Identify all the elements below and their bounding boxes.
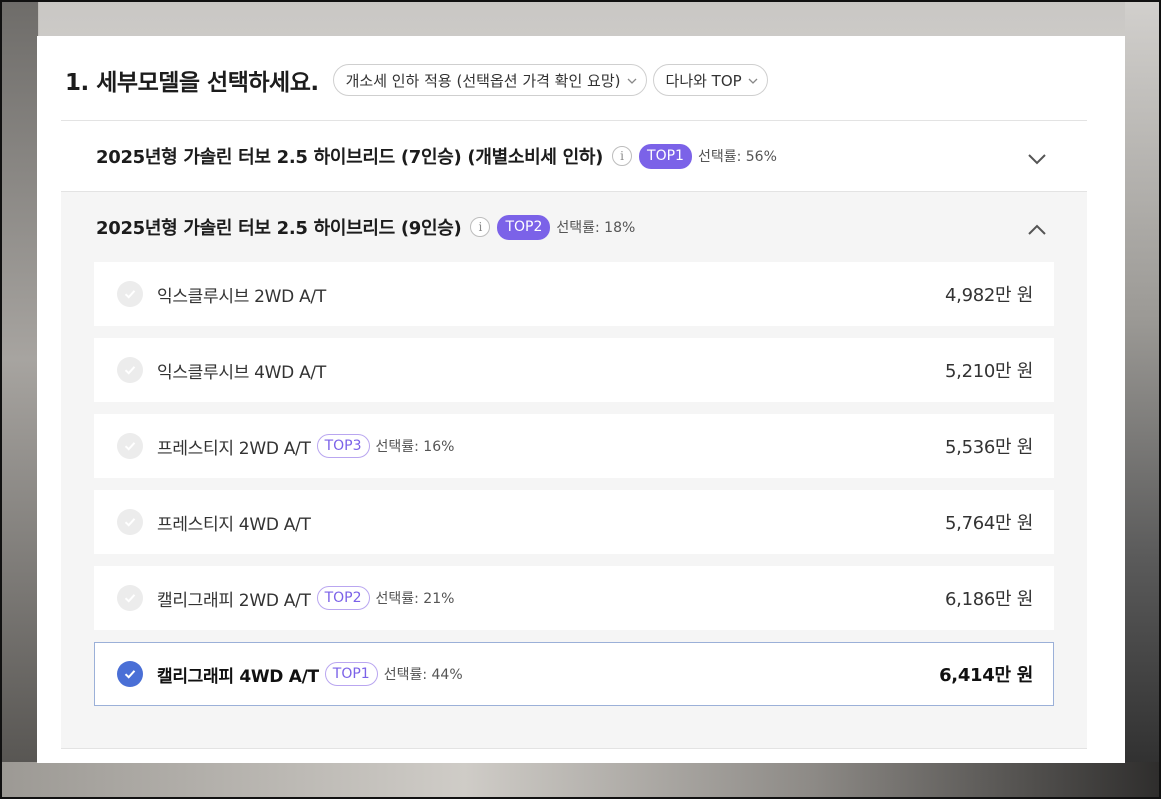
chevron-up-icon[interactable] <box>1027 221 1047 235</box>
trim-name: 익스클루시브 2WD A/T <box>157 286 326 307</box>
trim-option[interactable]: 프레스티지 2WD A/T TOP3 선택률: 16% 5,536만 원 <box>94 414 1054 478</box>
trim-price: 6,186만 원 <box>945 589 1033 610</box>
model-group: 2025년형 가솔린 터보 2.5 하이브리드 (7인승) (개별소비세 인하)… <box>61 121 1087 192</box>
trim-price: 4,982만 원 <box>945 285 1033 306</box>
rank-badge: TOP1 <box>324 662 378 686</box>
selection-rate: 선택률: 18% <box>556 220 636 236</box>
check-circle-icon[interactable] <box>117 509 143 535</box>
check-circle-icon[interactable] <box>117 281 143 307</box>
selection-rate: 선택률: 16% <box>375 439 455 455</box>
trim-option[interactable]: 익스클루시브 4WD A/T 5,210만 원 <box>94 338 1054 402</box>
selection-rate: 선택률: 44% <box>383 667 463 683</box>
trim-option[interactable]: 익스클루시브 2WD A/T 4,982만 원 <box>94 262 1054 326</box>
tax-filter-label: 개소세 인하 적용 (선택옵션 가격 확인 요망) <box>345 71 621 90</box>
check-circle-icon[interactable] <box>117 661 143 687</box>
model-group-title: 2025년형 가솔린 터보 2.5 하이브리드 (9인승) <box>96 218 462 239</box>
trim-price: 5,764만 원 <box>945 513 1033 534</box>
trim-option[interactable]: 프레스티지 4WD A/T 5,764만 원 <box>94 490 1054 554</box>
sort-dropdown[interactable]: 다나와 TOP <box>652 64 768 96</box>
rank-badge: TOP2 <box>497 214 551 240</box>
model-group-list: 2025년형 가솔린 터보 2.5 하이브리드 (7인승) (개별소비세 인하)… <box>61 120 1087 749</box>
trim-price: 6,414만 원 <box>939 665 1033 686</box>
chevron-down-icon <box>748 76 758 85</box>
check-circle-icon[interactable] <box>117 585 143 611</box>
chevron-down-icon <box>627 76 636 85</box>
selection-rate: 선택률: 21% <box>375 591 455 607</box>
info-icon[interactable]: i <box>612 146 633 166</box>
background-photo-bottom <box>0 762 1161 799</box>
trim-name: 프레스티지 2WD A/T <box>157 438 311 459</box>
check-circle-icon[interactable] <box>117 357 143 383</box>
check-circle-icon[interactable] <box>117 433 143 459</box>
rank-badge: TOP1 <box>639 143 692 169</box>
trim-option-selected[interactable]: 캘리그래피 4WD A/T TOP1 선택률: 44% 6,414만 원 <box>94 642 1054 706</box>
background-photo-left <box>0 0 38 799</box>
trim-price: 5,210만 원 <box>945 361 1033 382</box>
model-group-header[interactable]: 2025년형 가솔린 터보 2.5 하이브리드 (7인승) (개별소비세 인하)… <box>61 121 1087 191</box>
sort-label: 다나와 TOP <box>665 71 742 90</box>
trim-price: 5,536만 원 <box>945 437 1033 458</box>
trim-name: 캘리그래피 4WD A/T <box>157 666 319 687</box>
tax-filter-dropdown[interactable]: 개소세 인하 적용 (선택옵션 가격 확인 요망) <box>332 64 647 96</box>
chevron-down-icon[interactable] <box>1027 150 1047 165</box>
model-select-panel: 1. 세부모델을 선택하세요. 개소세 인하 적용 (선택옵션 가격 확인 요망… <box>37 36 1125 763</box>
trim-name: 캘리그래피 2WD A/T <box>157 590 311 611</box>
trim-name: 프레스티지 4WD A/T <box>157 514 311 535</box>
page-title: 1. 세부모델을 선택하세요. <box>65 70 319 96</box>
trim-option[interactable]: 캘리그래피 2WD A/T TOP2 선택률: 21% 6,186만 원 <box>94 566 1054 630</box>
selection-rate: 선택률: 56% <box>697 149 777 165</box>
rank-badge: TOP3 <box>316 434 370 458</box>
trim-name: 익스클루시브 4WD A/T <box>157 362 326 383</box>
model-group-title: 2025년형 가솔린 터보 2.5 하이브리드 (7인승) (개별소비세 인하) <box>96 147 604 168</box>
model-group: 2025년형 가솔린 터보 2.5 하이브리드 (9인승) i TOP2 선택률… <box>61 192 1087 749</box>
info-icon[interactable]: i <box>470 217 491 237</box>
model-group-header[interactable]: 2025년형 가솔린 터보 2.5 하이브리드 (9인승) i TOP2 선택률… <box>61 192 1087 262</box>
background-photo-right <box>1125 0 1161 799</box>
panel-header: 1. 세부모델을 선택하세요. 개소세 인하 적용 (선택옵션 가격 확인 요망… <box>65 60 1097 100</box>
rank-badge: TOP2 <box>316 586 370 610</box>
